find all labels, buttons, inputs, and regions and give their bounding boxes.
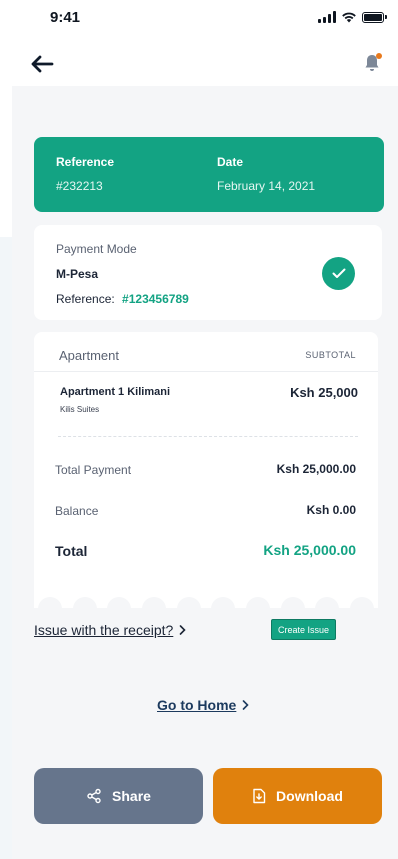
- balance-label: Balance: [55, 504, 99, 518]
- arrow-left-icon: [31, 55, 54, 73]
- share-button[interactable]: Share: [34, 768, 203, 824]
- payment-reference: Reference: #123456789: [56, 292, 189, 306]
- status-time: 9:41: [50, 9, 81, 26]
- reference-card: Reference #232213 Date February 14, 2021: [34, 137, 384, 212]
- download-file-icon: [253, 788, 266, 804]
- notification-dot: [376, 53, 382, 59]
- payment-reference-label: Reference:: [56, 292, 115, 306]
- payment-mode-value: M-Pesa: [56, 267, 99, 281]
- payment-verified-badge: [322, 257, 355, 290]
- payment-reference-value: #123456789: [122, 292, 189, 306]
- check-icon: [332, 268, 345, 278]
- signal-icon: [318, 11, 336, 23]
- download-button[interactable]: Download: [213, 768, 382, 824]
- side-background: [0, 237, 12, 859]
- status-icons: [318, 11, 387, 23]
- line-item-subtitle: Kilis Suites: [60, 405, 100, 414]
- reference-value: #232213: [56, 179, 103, 193]
- balance-value: Ksh 0.00: [306, 503, 356, 517]
- total-payment-value: Ksh 25,000.00: [276, 462, 356, 476]
- wifi-icon: [342, 12, 356, 23]
- total-payment-label: Total Payment: [55, 463, 132, 477]
- issue-link-text: Issue with the receipt?: [34, 622, 174, 638]
- receipt-header-category: Apartment: [59, 348, 119, 363]
- receipt-header: Apartment SUBTOTAL: [34, 332, 378, 372]
- receipt-scalloped-edge: [34, 597, 378, 609]
- payment-mode-card: Payment Mode M-Pesa Reference: #12345678…: [34, 225, 382, 320]
- chevron-right-icon: [179, 625, 186, 635]
- total-label: Total: [55, 543, 88, 559]
- line-item-name: Apartment 1 Kilimani: [60, 386, 171, 398]
- line-item-price: Ksh 25,000: [290, 385, 358, 400]
- back-button[interactable]: [28, 50, 56, 78]
- issue-with-receipt-link[interactable]: Issue with the receipt?: [34, 622, 186, 638]
- go-to-home-link[interactable]: Go to Home: [157, 697, 249, 713]
- total-value: Ksh 25,000.00: [263, 542, 356, 558]
- chevron-right-icon: [243, 700, 249, 710]
- share-label: Share: [112, 788, 151, 804]
- payment-mode-label: Payment Mode: [56, 242, 137, 256]
- share-icon: [87, 788, 101, 804]
- notification-button[interactable]: [360, 51, 384, 75]
- date-column: Date February 14, 2021: [217, 155, 315, 193]
- create-issue-button[interactable]: Create Issue: [271, 619, 337, 640]
- reference-label: Reference: [56, 155, 115, 169]
- dashed-divider: [58, 436, 358, 437]
- receipt-header-subtotal: SUBTOTAL: [305, 350, 356, 360]
- download-label: Download: [276, 788, 343, 804]
- receipt-card: Apartment SUBTOTAL Apartment 1 Kilimani …: [34, 332, 378, 608]
- home-link-text: Go to Home: [157, 697, 237, 713]
- battery-icon: [362, 11, 387, 23]
- status-bar: 9:41: [0, 0, 398, 36]
- date-value: February 14, 2021: [217, 179, 316, 193]
- reference-column: Reference #232213: [56, 155, 114, 193]
- date-label: Date: [217, 155, 244, 169]
